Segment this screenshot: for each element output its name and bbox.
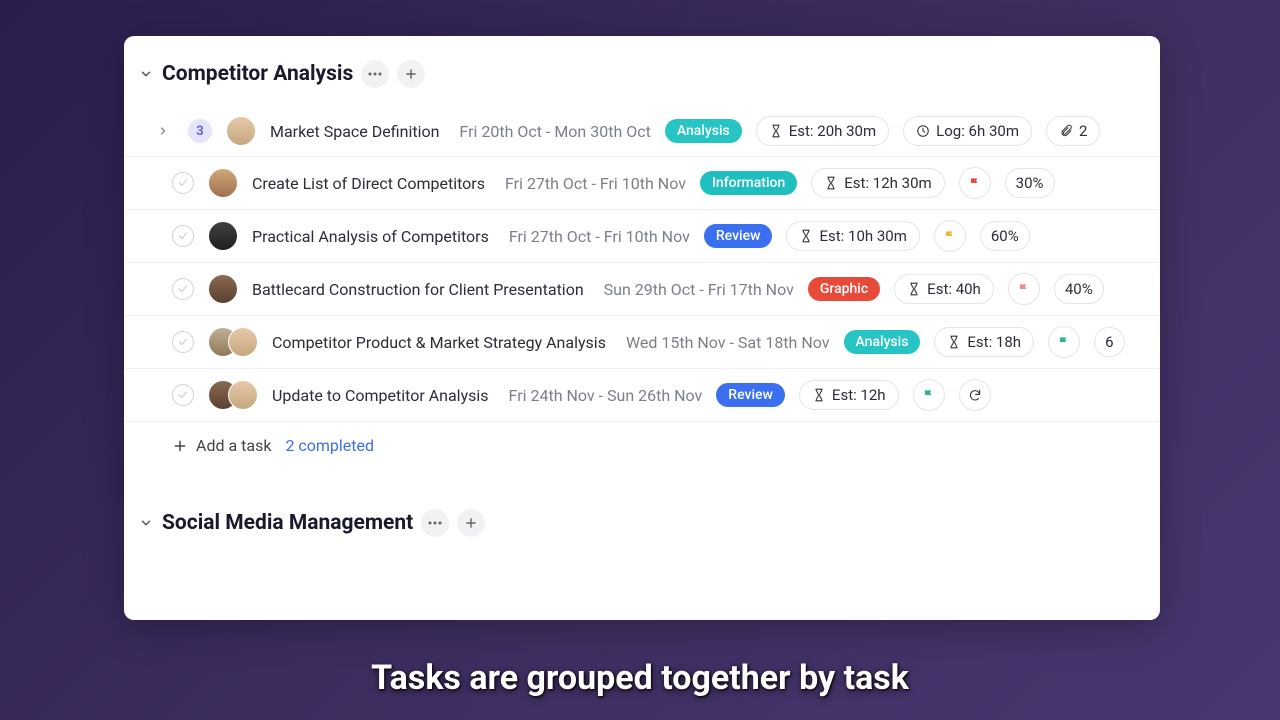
- hourglass-icon: [907, 282, 921, 296]
- task-row[interactable]: Update to Competitor Analysis Fri 24th N…: [124, 369, 1160, 422]
- log-pill[interactable]: Log: 6h 30m: [903, 116, 1032, 146]
- check-circle-icon[interactable]: [172, 331, 194, 353]
- task-row[interactable]: Create List of Direct Competitors Fri 27…: [124, 157, 1160, 210]
- progress-percent: 30%: [1005, 168, 1055, 198]
- flag-icon[interactable]: [913, 379, 945, 411]
- task-dates: Fri 27th Oct - Fri 10th Nov: [505, 174, 686, 193]
- flag-icon[interactable]: [959, 167, 991, 199]
- tag-information[interactable]: Information: [700, 171, 797, 195]
- task-dates: Wed 15th Nov - Sat 18th Nov: [626, 333, 830, 352]
- avatar[interactable]: [208, 274, 238, 304]
- avatar-stack[interactable]: [208, 327, 258, 357]
- paperclip-icon: [1059, 124, 1073, 138]
- avatar-stack[interactable]: [208, 380, 258, 410]
- task-row[interactable]: Competitor Product & Market Strategy Ana…: [124, 316, 1160, 369]
- task-dates: Fri 24th Nov - Sun 26th Nov: [509, 386, 703, 405]
- estimate-text: Est: 12h 30m: [844, 174, 931, 192]
- estimate-text: Est: 12h: [832, 386, 886, 404]
- caption-text: Tasks are grouped together by task: [0, 658, 1280, 698]
- add-task-button[interactable]: Add a task: [172, 436, 271, 455]
- add-icon[interactable]: [457, 509, 485, 537]
- estimate-pill[interactable]: Est: 40h: [894, 274, 994, 304]
- task-title: Market Space Definition: [270, 122, 439, 141]
- chevron-right-icon[interactable]: [152, 120, 174, 142]
- progress-percent: 40%: [1054, 274, 1104, 304]
- hourglass-icon: [824, 176, 838, 190]
- task-title: Practical Analysis of Competitors: [252, 227, 489, 246]
- avatar[interactable]: [208, 221, 238, 251]
- tag-analysis[interactable]: Analysis: [844, 330, 921, 354]
- flag-icon[interactable]: [1008, 273, 1040, 305]
- estimate-text: Est: 40h: [927, 280, 981, 298]
- flag-icon[interactable]: [1048, 326, 1080, 358]
- estimate-text: Est: 10h 30m: [819, 227, 906, 245]
- group-title: Social Media Management: [162, 511, 413, 535]
- estimate-pill[interactable]: Est: 10h 30m: [786, 221, 919, 251]
- estimate-pill[interactable]: Est: 18h: [934, 327, 1034, 357]
- tag-analysis[interactable]: Analysis: [665, 119, 742, 143]
- completed-link[interactable]: 2 completed: [285, 436, 374, 455]
- group-header[interactable]: Competitor Analysis: [124, 54, 1160, 94]
- tag-review[interactable]: Review: [716, 383, 785, 407]
- task-dates: Sun 29th Oct - Fri 17th Nov: [604, 280, 794, 299]
- task-row[interactable]: Battlecard Construction for Client Prese…: [124, 263, 1160, 316]
- check-circle-icon[interactable]: [172, 172, 194, 194]
- chevron-down-icon[interactable]: [138, 515, 154, 531]
- task-dates: Fri 20th Oct - Mon 30th Oct: [459, 122, 650, 141]
- plus-icon: [172, 438, 188, 454]
- task-row[interactable]: 3 Market Space Definition Fri 20th Oct -…: [124, 106, 1160, 157]
- task-row[interactable]: Practical Analysis of Competitors Fri 27…: [124, 210, 1160, 263]
- flag-icon[interactable]: [934, 220, 966, 252]
- estimate-pill[interactable]: Est: 20h 30m: [756, 116, 889, 146]
- check-circle-icon[interactable]: [172, 225, 194, 247]
- estimate-text: Est: 20h 30m: [789, 122, 876, 140]
- clock-icon: [916, 124, 930, 138]
- task-title: Create List of Direct Competitors: [252, 174, 485, 193]
- group-header[interactable]: Social Media Management: [124, 503, 1160, 543]
- task-title: Update to Competitor Analysis: [272, 386, 489, 405]
- task-panel: Competitor Analysis 3 Market Space Defin…: [124, 36, 1160, 620]
- hourglass-icon: [769, 124, 783, 138]
- log-text: Log: 6h 30m: [936, 122, 1019, 140]
- avatar[interactable]: [226, 116, 256, 146]
- group-title: Competitor Analysis: [162, 62, 353, 86]
- progress-percent: 60%: [980, 221, 1030, 251]
- task-title: Battlecard Construction for Client Prese…: [252, 280, 584, 299]
- tag-review[interactable]: Review: [704, 224, 773, 248]
- check-circle-icon[interactable]: [172, 278, 194, 300]
- hourglass-icon: [799, 229, 813, 243]
- refresh-icon[interactable]: [959, 379, 991, 411]
- avatar[interactable]: [208, 168, 238, 198]
- hourglass-icon: [947, 335, 961, 349]
- task-dates: Fri 27th Oct - Fri 10th Nov: [509, 227, 690, 246]
- subtask-count: 3: [188, 119, 212, 143]
- add-task-label: Add a task: [196, 436, 271, 455]
- add-task-row: Add a task 2 completed: [124, 422, 1160, 469]
- estimate-text: Est: 18h: [967, 333, 1021, 351]
- estimate-pill[interactable]: Est: 12h 30m: [811, 168, 944, 198]
- estimate-pill[interactable]: Est: 12h: [799, 380, 899, 410]
- task-title: Competitor Product & Market Strategy Ana…: [272, 333, 606, 352]
- add-icon[interactable]: [397, 60, 425, 88]
- more-icon[interactable]: [361, 60, 389, 88]
- hourglass-icon: [812, 388, 826, 402]
- chevron-down-icon[interactable]: [138, 66, 154, 82]
- more-icon[interactable]: [421, 509, 449, 537]
- tag-graphic[interactable]: Graphic: [808, 277, 880, 301]
- task-list: 3 Market Space Definition Fri 20th Oct -…: [124, 106, 1160, 469]
- attachment-pill[interactable]: 2: [1046, 116, 1100, 146]
- progress-percent: 6: [1094, 327, 1124, 357]
- check-circle-icon[interactable]: [172, 384, 194, 406]
- attachment-count: 2: [1079, 122, 1087, 140]
